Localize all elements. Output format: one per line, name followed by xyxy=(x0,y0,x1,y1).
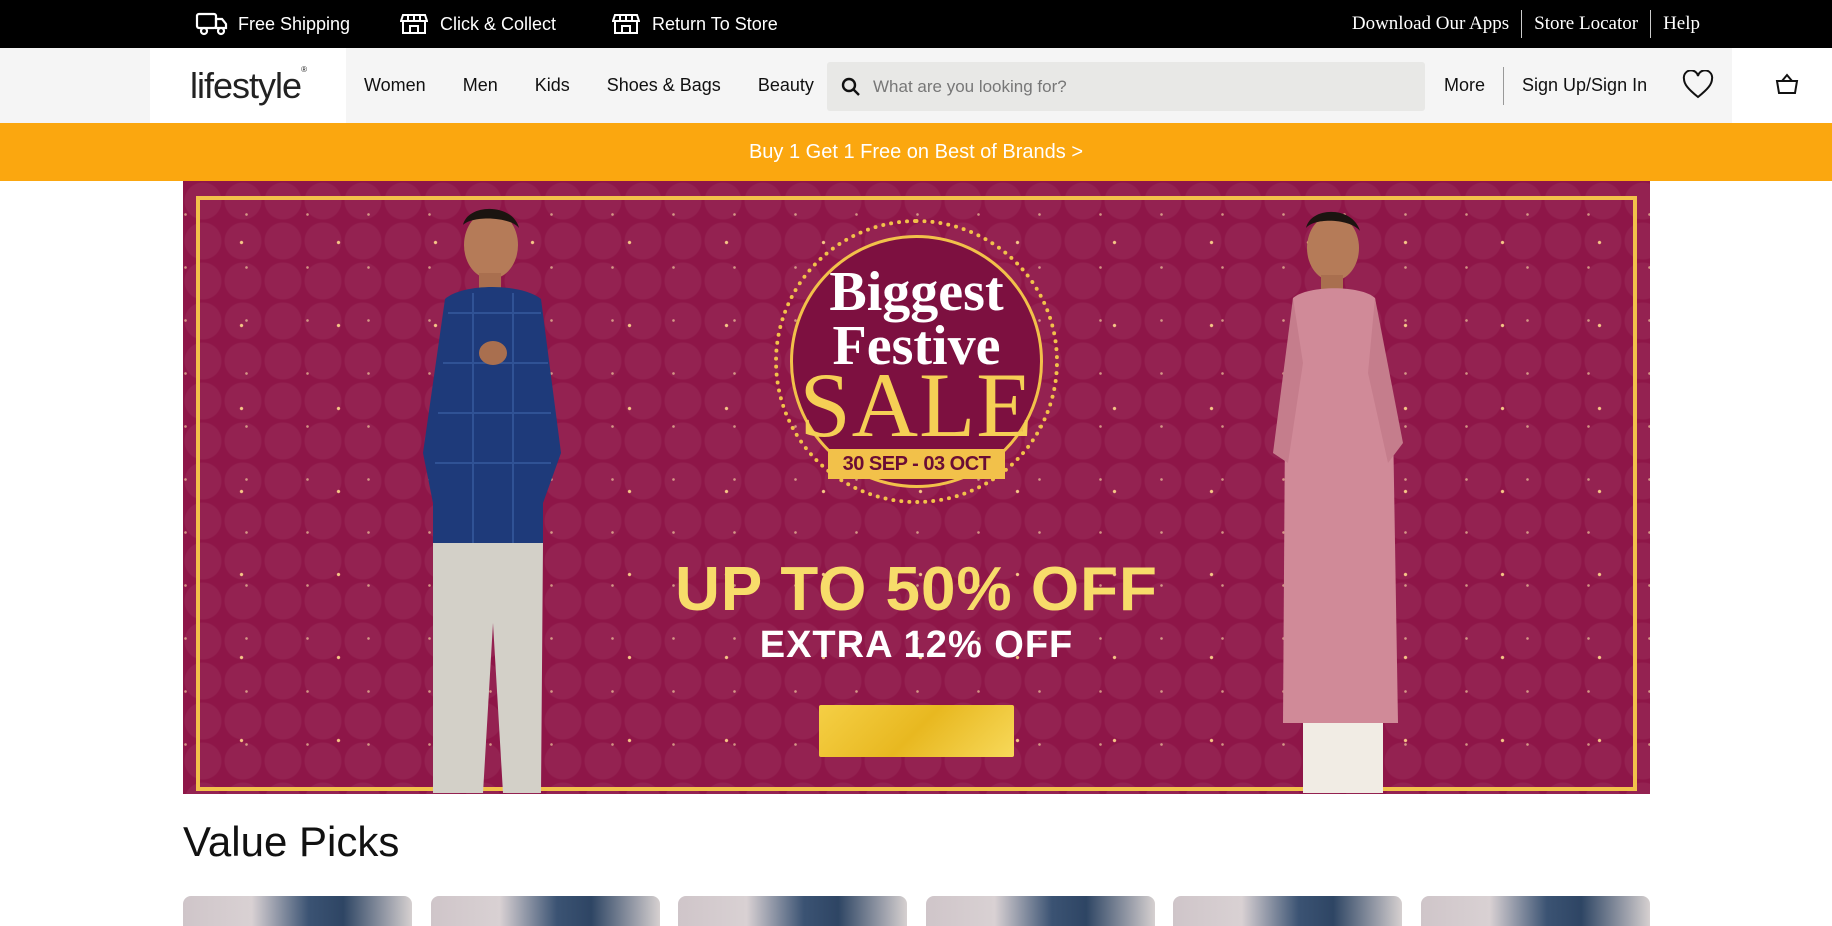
search-input[interactable] xyxy=(871,75,1395,98)
product-card[interactable] xyxy=(183,896,412,926)
nav-shoes-bags[interactable]: Shoes & Bags xyxy=(607,75,721,96)
store-return-icon xyxy=(608,10,644,38)
product-card[interactable] xyxy=(1421,896,1650,926)
click-collect-link[interactable]: Click & Collect xyxy=(396,0,556,48)
search-bar xyxy=(827,62,1425,111)
search-icon[interactable] xyxy=(839,75,863,99)
model-left-image xyxy=(423,208,561,793)
sale-badge: Biggest Festive SALE 30 SEP - 03 OCT xyxy=(774,219,1059,504)
nav-beauty[interactable]: Beauty xyxy=(758,75,814,96)
top-utility-bar: Free Shipping Click & Collect Return To … xyxy=(0,0,1832,48)
product-card[interactable] xyxy=(431,896,660,926)
product-card[interactable] xyxy=(1173,896,1402,926)
lifestyle-logo: lifestyle® xyxy=(190,64,307,106)
divider xyxy=(1503,66,1505,105)
shopping-bag-icon[interactable] xyxy=(1774,72,1800,98)
nav-kids[interactable]: Kids xyxy=(535,75,570,96)
logo-text: lifestyle xyxy=(190,64,302,106)
help-link[interactable]: Help xyxy=(1651,13,1712,35)
store-icon xyxy=(396,10,432,38)
value-picks-row xyxy=(183,896,1650,926)
main-nav: Women Men Kids Shoes & Bags Beauty xyxy=(364,48,851,123)
promo-strip[interactable]: Buy 1 Get 1 Free on Best of Brands > xyxy=(0,123,1832,181)
offer-extra: EXTRA 12% OFF xyxy=(759,624,1074,666)
header-actions: More Sign Up/Sign In xyxy=(1444,48,1647,123)
section-title: Value Picks xyxy=(183,818,400,865)
store-locator-link[interactable]: Store Locator xyxy=(1522,13,1650,35)
product-card[interactable] xyxy=(926,896,1155,926)
shop-now-button[interactable] xyxy=(819,705,1014,757)
badge-dates: 30 SEP - 03 OCT xyxy=(828,449,1005,479)
truck-icon xyxy=(194,10,230,38)
model-right-image xyxy=(1273,211,1403,793)
utility-links: Download Our Apps Store Locator Help xyxy=(1340,0,1712,48)
nav-men[interactable]: Men xyxy=(463,75,498,96)
offer-headline: UP TO 50% OFF xyxy=(675,555,1158,624)
return-to-store-link[interactable]: Return To Store xyxy=(608,0,778,48)
divider xyxy=(1650,10,1652,38)
download-apps-link[interactable]: Download Our Apps xyxy=(1340,13,1521,35)
badge-title-line1: Biggest xyxy=(829,261,1004,323)
more-menu[interactable]: More xyxy=(1444,75,1485,96)
hero-banner[interactable]: Biggest Festive SALE 30 SEP - 03 OCT UP … xyxy=(183,181,1650,794)
nav-women[interactable]: Women xyxy=(364,75,426,96)
product-card[interactable] xyxy=(678,896,907,926)
return-to-store-label: Return To Store xyxy=(652,13,778,34)
free-shipping-label: Free Shipping xyxy=(238,13,351,34)
promo-text: Buy 1 Get 1 Free on Best of Brands > xyxy=(748,140,1084,163)
wishlist-heart-icon[interactable] xyxy=(1682,69,1714,102)
logo-link[interactable]: lifestyle® xyxy=(150,48,346,123)
main-header: lifestyle® Women Men Kids Shoes & Bags B… xyxy=(0,48,1832,123)
divider xyxy=(1521,10,1523,38)
signin-link[interactable]: Sign Up/Sign In xyxy=(1522,75,1647,96)
click-collect-label: Click & Collect xyxy=(440,13,557,34)
badge-sale: SALE xyxy=(799,354,1034,456)
free-shipping-link[interactable]: Free Shipping xyxy=(194,0,350,48)
